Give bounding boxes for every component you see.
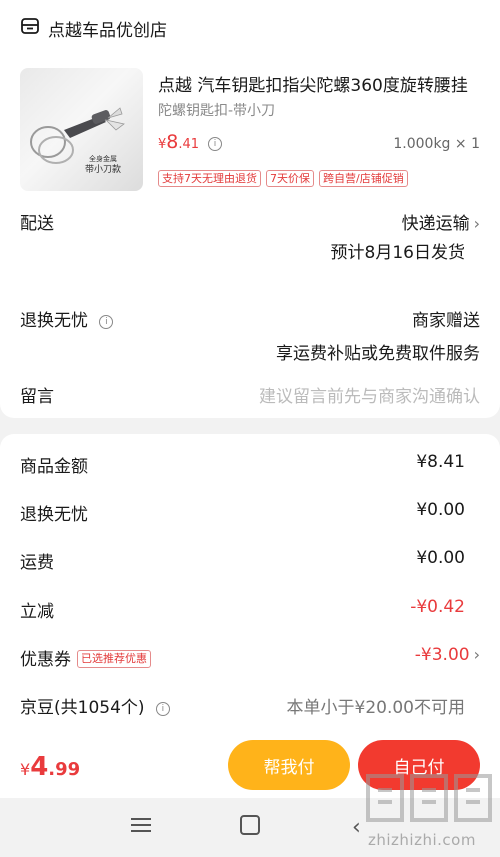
total-price: ¥ 4 .99 [20, 752, 80, 782]
product-price: ¥ 8 .41 [158, 131, 199, 153]
shop-header[interactable]: 点越车品优创店 [20, 14, 167, 42]
goods-amount-label: 商品金额 [20, 457, 88, 477]
service-tag: 7天价保 [266, 170, 314, 187]
returns-fee-label: 退换无忧 [20, 505, 88, 525]
product-quantity: 1.000kg × 1 [393, 136, 480, 152]
shipping-label: 运费 [20, 553, 54, 573]
image-caption-big: 带小刀款 [84, 165, 121, 175]
watermark-logo [366, 774, 492, 822]
delivery-method-text: 快递运输 [401, 214, 470, 234]
discount-value: -¥0.42 [410, 597, 465, 617]
image-caption-small: 全身金属 [89, 155, 117, 163]
home-icon[interactable] [240, 815, 260, 835]
coupon-label: 优惠券 [20, 650, 71, 670]
jingdou-label: 京豆(共1054个) [20, 698, 145, 718]
product-image[interactable]: 全身金属 带小刀款 [20, 68, 143, 191]
watermark-text: zhizhizhi.com [368, 831, 476, 849]
returns-value: 商家赠送 [412, 311, 480, 331]
returns-label-row: 退换无忧 i [20, 306, 114, 331]
help-me-pay-button[interactable]: 帮我付 [228, 740, 350, 790]
coupon-badge: 已选推荐优惠 [77, 650, 151, 668]
jingdou-value: 本单小于¥20.00不可用 [286, 698, 465, 718]
coupon-value: -¥3.00 [414, 645, 470, 665]
discount-label: 立减 [20, 602, 54, 622]
menu-icon[interactable] [131, 817, 151, 833]
service-tag: 跨自营/店铺促销 [319, 170, 408, 187]
jingdou-info-icon[interactable]: i [155, 702, 170, 716]
store-icon [20, 16, 40, 40]
returns-fee-value: ¥0.00 [416, 500, 465, 520]
returns-detail: 享运费补贴或免费取件服务 [276, 344, 480, 364]
returns-label: 退换无忧 [20, 311, 88, 331]
jingdou-label-row: 京豆(共1054个) i [20, 693, 170, 718]
shipping-value: ¥0.00 [416, 548, 465, 568]
service-tag: 支持7天无理由退货 [158, 170, 261, 187]
price-currency: ¥ [158, 137, 167, 152]
back-icon[interactable]: ‹ [352, 815, 361, 840]
delivery-label: 配送 [20, 214, 54, 234]
price-summary-card [0, 434, 500, 730]
delivery-method[interactable]: 快递运输 › [402, 209, 480, 234]
total-currency: ¥ [20, 760, 31, 779]
message-label: 留言 [20, 387, 54, 407]
product-image-caption: 全身金属 带小刀款 [78, 154, 128, 176]
delivery-eta: 预计8月16日发货 [330, 243, 465, 263]
product-spec[interactable]: 陀螺钥匙扣-带小刀 [158, 100, 275, 120]
goods-amount-value: ¥8.41 [416, 452, 465, 472]
price-integer: 8 [166, 131, 179, 153]
total-integer: 4 [30, 752, 49, 782]
price-info-icon[interactable]: i [208, 137, 222, 151]
message-input[interactable]: 建议留言前先与商家沟通确认 [259, 382, 480, 407]
coupon-selector[interactable]: -¥3.00 › [415, 645, 480, 665]
shop-name: 点越车品优创店 [48, 20, 167, 41]
total-decimal: .99 [48, 759, 81, 780]
returns-info-icon[interactable]: i [99, 315, 114, 329]
chevron-right-icon: › [473, 645, 480, 664]
price-decimal: .41 [178, 137, 200, 152]
product-title[interactable]: 点越 汽车钥匙扣指尖陀螺360度旋转腰挂 [158, 71, 483, 96]
service-tags: 支持7天无理由退货 7天价保 跨自营/店铺促销 [158, 170, 408, 187]
chevron-right-icon: › [473, 214, 480, 233]
coupon-label-row: 优惠券 已选推荐优惠 [20, 645, 151, 670]
